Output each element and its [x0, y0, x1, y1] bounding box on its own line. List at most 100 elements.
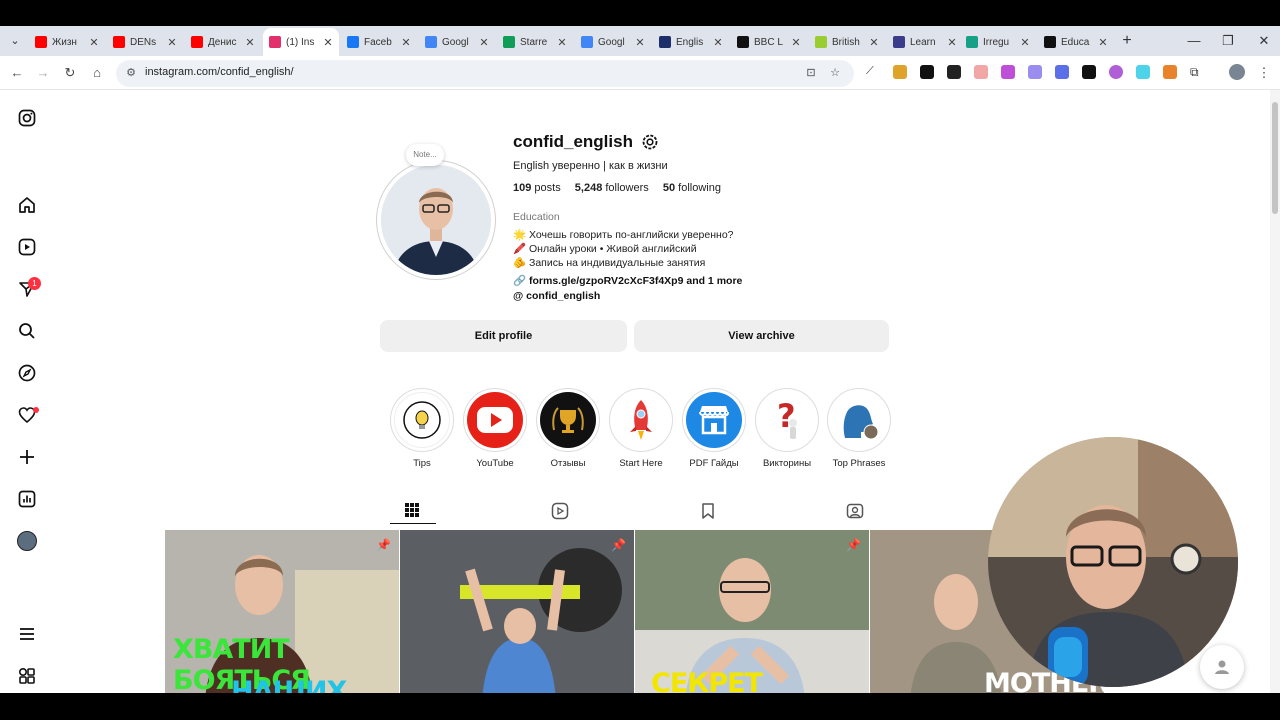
page-scrollbar[interactable]: [1270, 90, 1280, 693]
explore-compass-icon[interactable]: [17, 363, 37, 383]
forward-icon[interactable]: →: [34, 64, 52, 82]
settings-gear-icon[interactable]: [641, 133, 659, 151]
install-app-icon[interactable]: ⊡: [804, 66, 818, 80]
site-info-icon[interactable]: ⚙: [124, 66, 138, 80]
followers-stat[interactable]: 5,248 followers: [575, 182, 649, 194]
browser-tab[interactable]: Googl ✕: [575, 28, 651, 56]
post-tile[interactable]: 📌 СЕКРЕТ: [635, 530, 869, 693]
browser-tab[interactable]: Googl ✕: [419, 28, 495, 56]
highlight-pdf-guides[interactable]: PDF Гайды: [682, 388, 746, 469]
close-tab-icon[interactable]: ✕: [167, 36, 177, 49]
extension-icon-5[interactable]: [1001, 65, 1015, 79]
threads-handle[interactable]: confid_english: [526, 290, 600, 302]
close-tab-icon[interactable]: ✕: [635, 36, 645, 49]
browser-tab[interactable]: BBC L ✕: [731, 28, 807, 56]
reload-icon[interactable]: ↻: [61, 64, 79, 82]
tab-title: (1) Ins: [286, 36, 315, 48]
close-tab-icon[interactable]: ✕: [1020, 36, 1030, 49]
browser-tab[interactable]: Жизн ✕: [29, 28, 105, 56]
extension-icon-2[interactable]: [920, 65, 934, 79]
browser-tab[interactable]: Faceb ✕: [341, 28, 417, 56]
close-tab-icon[interactable]: ✕: [791, 36, 801, 49]
close-tab-icon[interactable]: ✕: [245, 36, 255, 49]
tagged-tab-icon[interactable]: [846, 502, 864, 520]
extension-icon-8[interactable]: [1082, 65, 1096, 79]
edit-profile-button[interactable]: Edit profile: [380, 320, 627, 352]
browser-tab[interactable]: DENs ✕: [107, 28, 183, 56]
extension-analytics-icon[interactable]: ⟋: [866, 65, 880, 79]
also-from-meta-icon[interactable]: [17, 666, 37, 686]
instagram-logo-icon[interactable]: [17, 108, 37, 128]
address-bar[interactable]: ⚙ instagram.com/confid_english/ ⊡ ☆: [116, 60, 854, 87]
extensions-puzzle-icon[interactable]: ⧉: [1190, 65, 1204, 79]
close-tab-icon[interactable]: ✕: [713, 36, 723, 49]
highlight-quizzes[interactable]: ? Викторины: [755, 388, 819, 469]
close-tab-icon[interactable]: ✕: [323, 36, 333, 49]
window-top-strip: [0, 0, 1280, 26]
highlight-start-here[interactable]: Start Here: [609, 388, 673, 469]
browser-tab[interactable]: Starre ✕: [497, 28, 573, 56]
reels-tab-icon[interactable]: [551, 502, 569, 520]
extension-icon-6[interactable]: [1028, 65, 1042, 79]
bio-link-text[interactable]: forms.gle/gzpoRV2cXcF3f4Xp9 and 1 more: [529, 275, 742, 287]
extension-icon-7[interactable]: [1055, 65, 1069, 79]
extension-icon-4[interactable]: [974, 65, 988, 79]
bio-line-1: 🌟 Хочешь говорить по-английски уверенно?: [513, 229, 734, 241]
following-stat[interactable]: 50 following: [663, 182, 721, 194]
browser-menu-icon[interactable]: ⋮: [1255, 64, 1273, 82]
metamask-icon[interactable]: [1163, 65, 1177, 79]
scrollbar-thumb[interactable]: [1272, 102, 1278, 214]
browser-tab[interactable]: British ✕: [809, 28, 885, 56]
browser-tab[interactable]: Englis ✕: [653, 28, 729, 56]
profile-picture[interactable]: [376, 160, 496, 280]
close-window-icon[interactable]: ✕: [1255, 32, 1273, 50]
close-tab-icon[interactable]: ✕: [401, 36, 411, 49]
extension-icon-1[interactable]: [893, 65, 907, 79]
highlight-label: Top Phrases: [832, 458, 886, 469]
extension-icon-3[interactable]: [947, 65, 961, 79]
close-tab-icon[interactable]: ✕: [947, 36, 957, 49]
home-icon[interactable]: ⌂: [88, 64, 106, 82]
new-tab-button[interactable]: +: [1118, 32, 1136, 50]
browser-tab[interactable]: Денис ✕: [185, 28, 261, 56]
browser-tab[interactable]: (1) Ins ✕: [263, 28, 339, 56]
home-nav-icon[interactable]: [17, 195, 37, 215]
extension-icon-10[interactable]: [1136, 65, 1150, 79]
reels-icon[interactable]: [17, 237, 37, 257]
note-bubble[interactable]: Note...: [406, 144, 444, 166]
close-tab-icon[interactable]: ✕: [1098, 36, 1108, 49]
create-plus-icon[interactable]: [17, 447, 37, 467]
profile-avatar[interactable]: [17, 531, 37, 551]
extension-icon-9[interactable]: [1109, 65, 1123, 79]
highlight-youtube[interactable]: YouTube: [463, 388, 527, 469]
saved-tab-icon[interactable]: [699, 502, 717, 520]
post-tile[interactable]: 📌: [400, 530, 634, 693]
highlight-top-phrases[interactable]: Top Phrases: [827, 388, 891, 469]
floating-avatar-button[interactable]: [1200, 645, 1244, 689]
close-tab-icon[interactable]: ✕: [479, 36, 489, 49]
browser-tab[interactable]: Educa ✕: [1038, 28, 1114, 56]
close-tab-icon[interactable]: ✕: [557, 36, 567, 49]
search-icon[interactable]: [17, 321, 37, 341]
dashboard-icon[interactable]: [17, 489, 37, 509]
browser-tab[interactable]: Learn ✕: [887, 28, 963, 56]
browser-tab[interactable]: Irregu ✕: [960, 28, 1036, 56]
bookmark-star-icon[interactable]: ☆: [828, 66, 842, 80]
view-archive-button[interactable]: View archive: [634, 320, 889, 352]
posts-grid-tab-icon[interactable]: [404, 502, 422, 520]
pin-icon: 📌: [376, 538, 391, 552]
close-tab-icon[interactable]: ✕: [89, 36, 99, 49]
back-icon[interactable]: ←: [8, 64, 26, 82]
maximize-icon[interactable]: ❐: [1219, 32, 1237, 50]
highlight-tips[interactable]: Tips: [390, 388, 454, 469]
highlight-reviews[interactable]: Отзывы: [536, 388, 600, 469]
bio-link[interactable]: 🔗 forms.gle/gzpoRV2cXcF3f4Xp9 and 1 more: [513, 274, 742, 287]
link-chain-icon: 🔗: [513, 275, 527, 287]
more-menu-icon[interactable]: [17, 624, 37, 644]
tab-search-icon[interactable]: ⌄: [6, 32, 24, 50]
close-tab-icon[interactable]: ✕: [869, 36, 879, 49]
minimize-icon[interactable]: —: [1185, 32, 1203, 50]
profile-avatar-icon[interactable]: [1229, 64, 1245, 80]
threads-link[interactable]: @ confid_english: [513, 290, 600, 302]
post-tile[interactable]: 📌 ХВАТИТ БОЯТЬСЯ НАШИХ: [165, 530, 399, 693]
